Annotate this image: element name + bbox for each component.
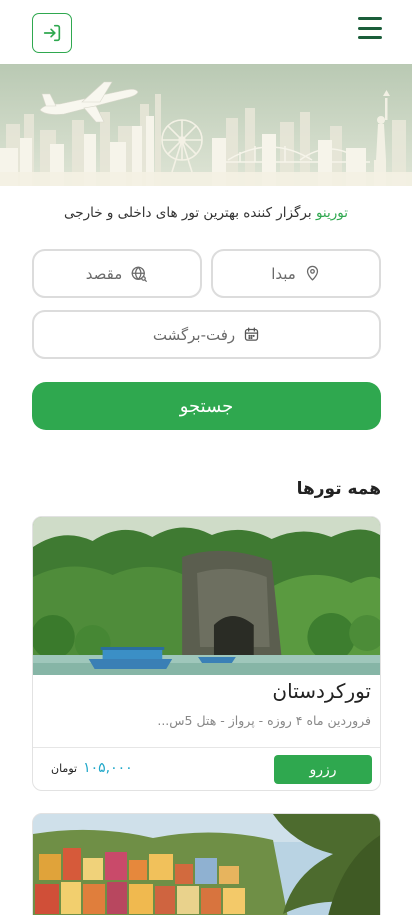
destination-label: مقصد bbox=[85, 264, 123, 283]
origin-field[interactable]: مبدا bbox=[211, 249, 381, 298]
tagline-text: برگزار کننده بهترین تور های داخلی و خارج… bbox=[64, 205, 316, 221]
search-button[interactable]: جستجو bbox=[32, 382, 381, 430]
price-value: ۱۰۵,۰۰۰ bbox=[83, 760, 133, 776]
login-button[interactable] bbox=[32, 13, 72, 53]
tour-price: ۱۰۵,۰۰۰ تومان bbox=[51, 760, 133, 776]
origin-label: مبدا bbox=[271, 264, 296, 283]
globe-search-icon bbox=[131, 266, 148, 282]
hamburger-menu-icon[interactable] bbox=[358, 17, 382, 39]
tour-card[interactable]: تورکردستان فروردین ماه ۴ روزه - پرواز - … bbox=[32, 516, 381, 791]
tour-card[interactable] bbox=[32, 813, 381, 915]
date-label: رفت-برگشت bbox=[152, 325, 236, 344]
login-arrow-icon bbox=[43, 24, 61, 42]
section-title: همه تورها bbox=[296, 479, 381, 499]
price-currency: تومان bbox=[51, 762, 78, 775]
location-pin-icon bbox=[306, 265, 318, 281]
tour-image bbox=[33, 814, 380, 915]
reserve-button[interactable]: رزرو bbox=[274, 755, 372, 784]
tour-title: تورکردستان bbox=[272, 679, 371, 703]
calendar-icon bbox=[244, 327, 259, 341]
app-header bbox=[0, 0, 412, 64]
date-field[interactable]: رفت-برگشت bbox=[32, 310, 381, 359]
hero-banner-image bbox=[0, 64, 412, 186]
tour-image bbox=[33, 517, 380, 675]
brand-name: تورینو bbox=[315, 205, 348, 221]
card-divider bbox=[33, 747, 380, 748]
destination-field[interactable]: مقصد bbox=[32, 249, 202, 298]
tagline: تورینو برگزار کننده بهترین تور های داخلی… bbox=[0, 205, 412, 221]
tour-description: فروردین ماه ۴ روزه - پرواز - هتل 5س... bbox=[157, 713, 371, 728]
